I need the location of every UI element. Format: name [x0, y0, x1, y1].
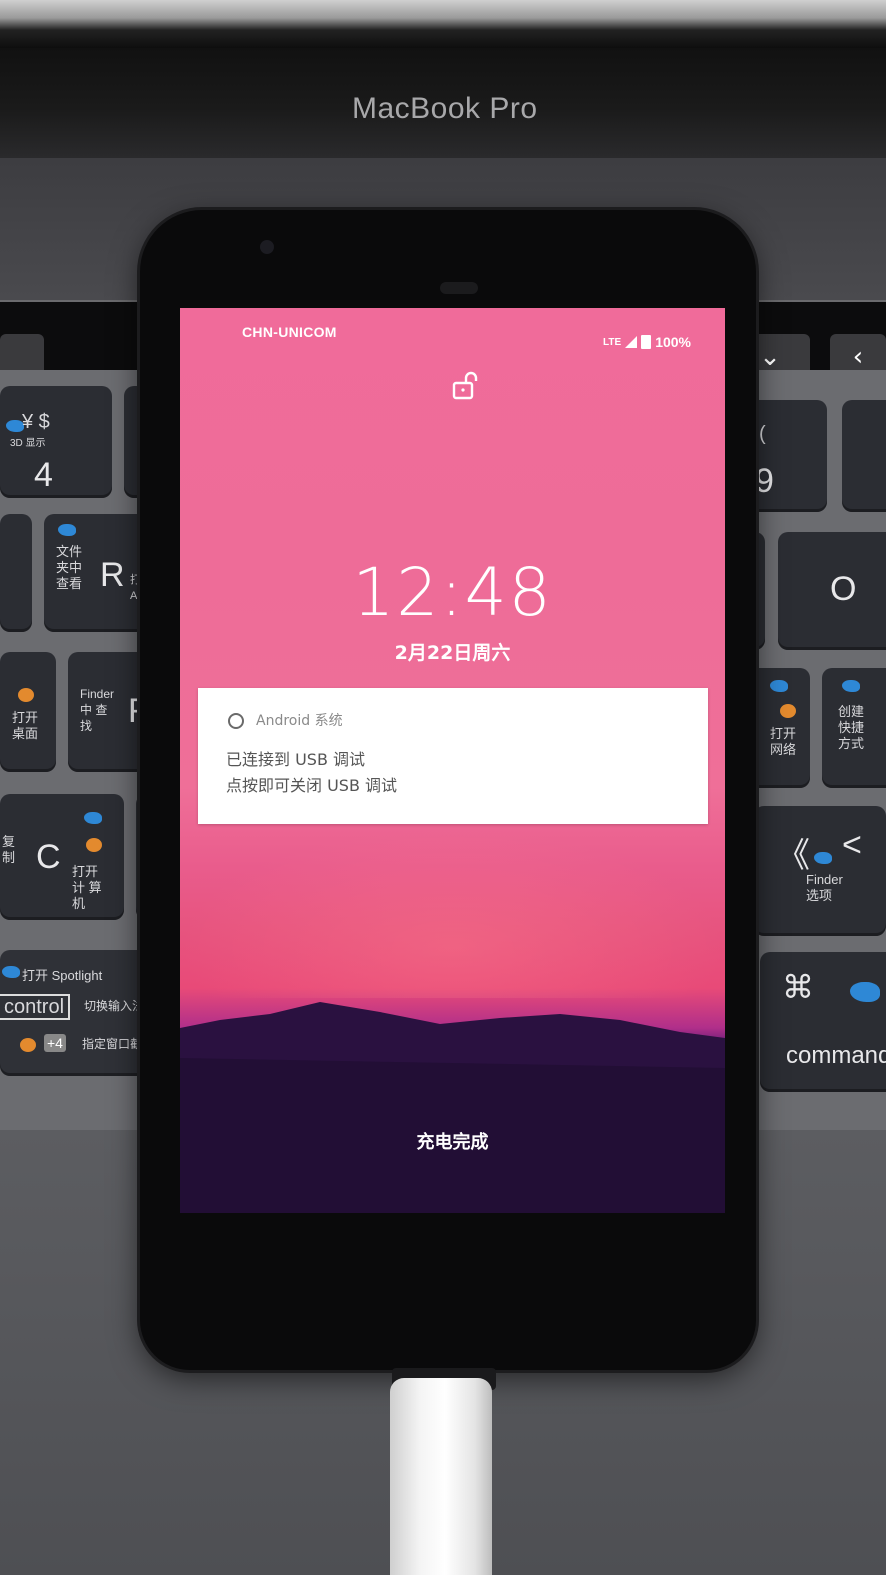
key-o: O	[778, 532, 886, 650]
bird-icon	[84, 812, 102, 824]
key-o-main-label: O	[830, 570, 857, 608]
key-r-main-label: R	[100, 556, 125, 594]
key-4-extra-label: 3D 显示	[10, 438, 46, 449]
earpiece	[440, 282, 478, 294]
key-c-main-label: C	[36, 838, 61, 876]
lock-screen[interactable]: CHN-UNICOM LTE 100% 12:48 2月22日周六 Androi…	[180, 308, 725, 1213]
fish-icon	[86, 838, 102, 852]
key-l-sub-label: 打开 网络	[770, 726, 797, 757]
notification-app-name: Android 系统	[256, 713, 343, 729]
key-c-sub-label: 复制	[2, 834, 16, 865]
network-type-label: LTE	[603, 336, 622, 348]
key-9-main-label: 9	[755, 462, 774, 500]
fish-icon	[18, 688, 34, 702]
key-d: 打开 桌面	[0, 652, 56, 772]
key-command: ⌘ command	[760, 952, 886, 1092]
bird-icon	[814, 852, 832, 864]
carrier-label: CHN-UNICOM	[242, 324, 337, 340]
key-comma-main-label: <	[842, 826, 862, 864]
bird-icon	[58, 524, 76, 536]
key-9-symbol: (	[759, 423, 766, 445]
key-c-extra-label: 打开 计 算机	[72, 864, 102, 911]
key-4-symbols: ¥ $	[22, 411, 50, 433]
battery-icon	[641, 335, 652, 349]
key-comma-sub-symbol: 《	[776, 837, 810, 875]
bird-icon	[770, 680, 788, 692]
key-f-sub-label: Finder 中 查 找	[80, 687, 115, 733]
photo-scene: MacBook Pro ⌄ ‹ 3D 显示 ¥ $ 4 ( 9 文件 夹中 查看…	[0, 0, 886, 1575]
lock-screen-clock: 12:48	[352, 554, 553, 631]
status-bar: CHN-UNICOM LTE 100%	[180, 308, 725, 354]
key-semicolon: 创建 快捷 方式	[822, 668, 886, 788]
control-key-label: control	[0, 994, 71, 1020]
notification-text: 点按即可关闭 USB 调试	[226, 776, 398, 795]
key-4: 3D 显示 ¥ $ 4	[0, 386, 112, 498]
key-semicolon-sub-label: 创建 快捷 方式	[838, 704, 865, 751]
spotlight-shortcut-label: 打开 Spotlight	[22, 968, 103, 983]
mountain-silhouette	[180, 1002, 725, 1213]
key-comma-extra-label: Finder 选项	[806, 872, 843, 903]
front-camera	[260, 240, 274, 254]
plus-4-badge: +4	[44, 1034, 66, 1052]
command-symbol: ⌘	[782, 969, 814, 1005]
key-c: 复制 C 打开 计 算机	[0, 794, 124, 920]
key-comma: 《 < Finder 选项	[754, 806, 886, 936]
switch-input-shortcut-label: 切换输入法	[84, 999, 145, 1013]
key-0	[842, 400, 886, 512]
bird-icon	[842, 680, 860, 692]
usb-debugging-notification[interactable]: Android 系统 已连接到 USB 调试 点按即可关闭 USB 调试	[198, 688, 708, 824]
status-icons: LTE 100%	[603, 334, 691, 350]
android-system-icon	[228, 713, 244, 729]
signal-icon	[625, 336, 638, 348]
laptop-brand-label: MacBook Pro	[352, 92, 538, 125]
bird-icon	[2, 966, 20, 978]
bird-icon	[850, 982, 880, 1002]
lock-screen-date: 2月22日周六	[394, 642, 511, 664]
charging-status: 充电完成	[416, 1132, 489, 1153]
notification-title: 已连接到 USB 调试	[226, 750, 366, 769]
key-command-main-label: command	[786, 1042, 886, 1069]
window-capture-shortcut-label: 指定窗口截	[82, 1037, 143, 1051]
key-e	[0, 514, 32, 632]
battery-percentage: 100%	[655, 334, 691, 350]
key-4-main-label: 4	[34, 456, 53, 494]
key-d-label: 打开 桌面	[12, 710, 39, 741]
key-r-sub-label: 文件 夹中 查看	[56, 544, 83, 591]
laptop-screen-edge	[0, 0, 886, 48]
fish-icon	[780, 704, 796, 718]
fish-icon	[20, 1038, 36, 1052]
usb-cable	[390, 1378, 492, 1575]
unlocked-padlock-icon	[452, 371, 478, 400]
horizon-glow	[180, 828, 725, 998]
